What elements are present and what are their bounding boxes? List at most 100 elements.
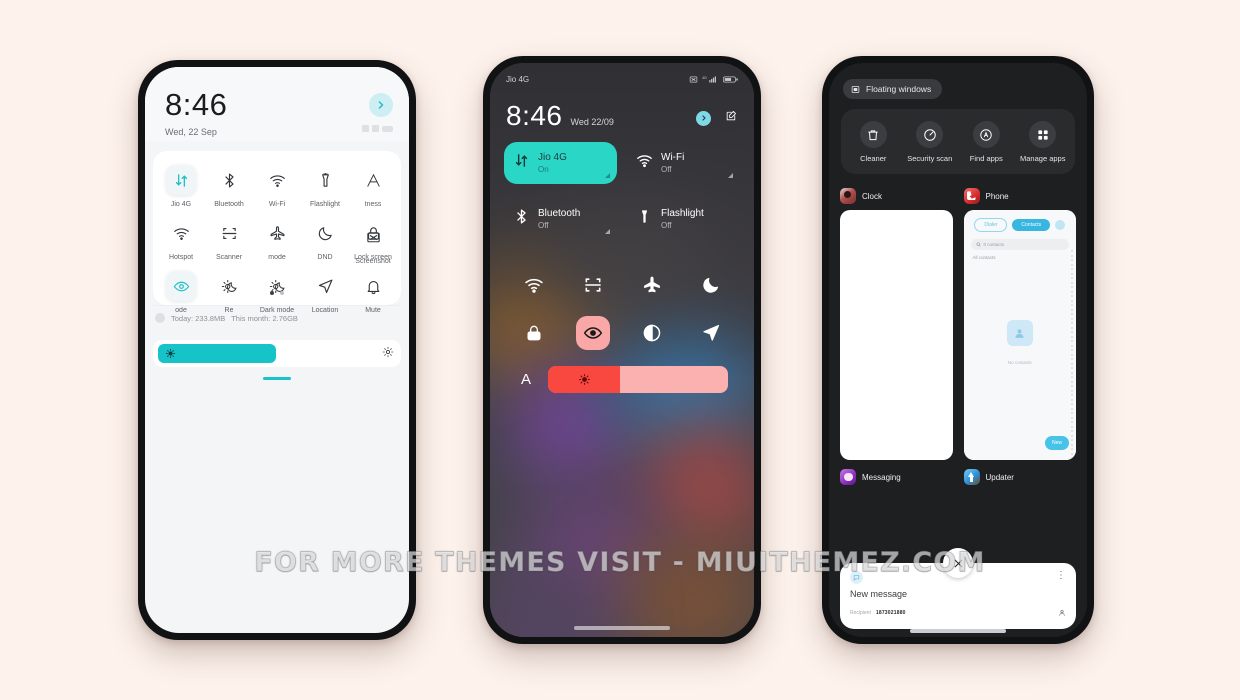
quick-settings-card: Jio 4G Bluetooth Wi-Fi Flashlight tness … xyxy=(153,151,401,314)
tab-dialer[interactable]: Dialer xyxy=(974,218,1008,233)
recent-apps-row-2: Messaging Updater xyxy=(829,460,1087,491)
recipient-row[interactable]: Recipient 1873021880 xyxy=(850,604,1066,622)
battery-icon xyxy=(382,125,393,132)
tool-label: Cleaner xyxy=(860,154,887,163)
tile-wifi[interactable]: Wi-Fi xyxy=(253,161,301,214)
trash-icon xyxy=(859,121,887,148)
tool-label: Manage apps xyxy=(1020,154,1066,163)
screenshot-stage: 8:46 Wed, 22 Sep Jio 4G Bluetooth Wi-Fi … xyxy=(0,0,1240,700)
moon-icon xyxy=(694,268,728,302)
app-window-preview[interactable]: Dialer Contacts 0 contacts All contacts xyxy=(963,210,1076,461)
tile-expand-corner-icon[interactable] xyxy=(605,229,610,234)
data-transfer-icon xyxy=(166,165,196,195)
wifi-icon xyxy=(636,152,653,174)
tile-scanner[interactable] xyxy=(563,268,622,302)
app-name: Phone xyxy=(985,191,1009,201)
brightness-slider[interactable] xyxy=(153,340,401,367)
small-tiles-grid xyxy=(490,240,754,350)
tile-label: Screenshot xyxy=(355,258,391,265)
app-header: Updater xyxy=(963,469,1077,486)
signal-icon xyxy=(362,125,369,132)
app-header: Phone xyxy=(963,188,1077,205)
bluetooth-icon xyxy=(513,208,530,230)
tile-hotspot[interactable] xyxy=(504,268,563,302)
app-name: Updater xyxy=(985,472,1014,482)
wifi-status-icon xyxy=(372,125,379,132)
tile-wifi[interactable]: Wi-Fi Off xyxy=(627,142,740,184)
expand-chevron-right-icon[interactable] xyxy=(369,93,393,117)
avatar[interactable] xyxy=(1055,220,1066,231)
expand-chevron-right-icon[interactable] xyxy=(696,110,711,126)
wifi-icon xyxy=(262,165,292,195)
tile-expand-corner-icon[interactable] xyxy=(605,173,610,178)
search-input[interactable]: 0 contacts xyxy=(970,239,1069,251)
floating-windows-button[interactable]: Floating windows xyxy=(843,79,943,99)
tile-jio4g[interactable]: Jio 4G xyxy=(157,161,205,214)
app-header: Clock xyxy=(840,188,953,205)
home-indicator[interactable] xyxy=(574,626,670,630)
tile-dnd[interactable] xyxy=(681,268,740,302)
recipient-label: Recipient xyxy=(850,610,871,616)
tile-contrast[interactable] xyxy=(622,316,681,350)
tool-security-scan[interactable]: Security scan xyxy=(902,121,959,163)
clock-app-icon xyxy=(840,188,856,205)
tile-location[interactable] xyxy=(681,316,740,350)
tile-bluetooth[interactable]: Bluetooth Off xyxy=(504,198,617,240)
data-usage-today: Today: 233.8MB xyxy=(171,313,226,323)
tile-jio4g[interactable]: Jio 4G On xyxy=(504,142,617,184)
screenshot-icon xyxy=(358,222,388,252)
shield-scan-icon xyxy=(916,121,944,148)
home-indicator[interactable] xyxy=(910,629,1006,633)
flashlight-icon xyxy=(636,208,653,230)
small-tiles-row xyxy=(504,316,740,350)
recent-app-updater[interactable]: Updater xyxy=(963,469,1077,491)
more-vertical-icon[interactable]: ⋮ xyxy=(1056,571,1066,581)
eye-icon xyxy=(575,316,610,350)
recent-app-phone[interactable]: Phone Dialer Contacts 0 contacts All con… xyxy=(963,188,1077,461)
drag-handle[interactable] xyxy=(263,377,291,380)
recent-app-messaging[interactable]: Messaging xyxy=(840,469,953,491)
tile-bluetooth[interactable]: Bluetooth xyxy=(205,161,253,214)
contrast-icon xyxy=(635,316,669,350)
tools-panel: Cleaner Security scan Find apps Manage a… xyxy=(841,109,1075,175)
tile-flashlight[interactable]: Flashlight Off xyxy=(627,198,740,240)
tile-state: Off xyxy=(661,221,672,230)
tile-label: tness xyxy=(364,201,382,208)
tile-airplane-mode[interactable] xyxy=(622,268,681,302)
search-placeholder: 0 contacts xyxy=(983,242,1005,248)
recipient-value: 1873021880 xyxy=(875,610,906,616)
tile-flashlight[interactable]: Flashlight xyxy=(301,161,349,214)
new-message-sheet[interactable]: New message ⋮ Recipient 1873021880 xyxy=(840,548,1076,629)
recent-app-clock[interactable]: Clock xyxy=(840,188,953,461)
page-dot[interactable] xyxy=(280,291,284,295)
tile-label: Jio 4G xyxy=(538,152,567,163)
edit-pencil-icon[interactable] xyxy=(725,109,738,127)
data-transfer-icon xyxy=(513,152,530,174)
carrier-label: Jio 4G xyxy=(506,75,530,84)
tile-brightness[interactable]: tness xyxy=(349,161,397,214)
tile-expand-corner-icon[interactable] xyxy=(728,173,733,178)
page-dot-active[interactable] xyxy=(270,291,274,295)
brightness-row: A xyxy=(490,350,754,393)
close-button[interactable] xyxy=(943,548,973,578)
tool-cleaner[interactable]: Cleaner xyxy=(845,121,902,163)
brightness-slider[interactable] xyxy=(548,366,728,393)
header-actions xyxy=(696,109,738,127)
tile-screenshot[interactable]: Screenshot xyxy=(349,232,397,265)
search-circle-icon xyxy=(972,121,1000,148)
person-icon[interactable] xyxy=(1058,604,1066,622)
auto-brightness-label[interactable]: A xyxy=(504,371,548,388)
app-window-preview[interactable] xyxy=(840,210,953,461)
tile-reading-mode[interactable] xyxy=(563,316,622,350)
screenshot-icon xyxy=(689,76,698,83)
tool-find-apps[interactable]: Find apps xyxy=(958,121,1015,163)
phone-left-quick-settings: 8:46 Wed, 22 Sep Jio 4G Bluetooth Wi-Fi … xyxy=(138,60,416,640)
new-contact-fab[interactable]: New xyxy=(1044,436,1069,451)
scanner-icon xyxy=(576,268,610,302)
tab-contacts[interactable]: Contacts xyxy=(1012,219,1051,232)
tile-label: Mute xyxy=(365,307,381,314)
tile-lock-screen[interactable] xyxy=(504,316,563,350)
search-icon xyxy=(976,242,981,247)
messaging-app-icon xyxy=(840,469,856,486)
tool-manage-apps[interactable]: Manage apps xyxy=(1015,121,1072,163)
